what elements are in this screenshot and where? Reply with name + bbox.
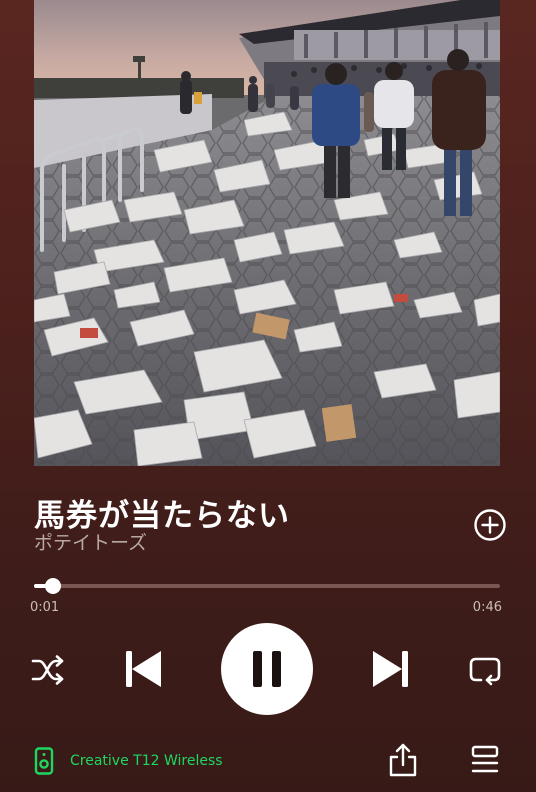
total-time: 0:46 [472, 600, 502, 615]
album-artwork [34, 0, 500, 466]
queue-icon [471, 745, 499, 773]
pause-button[interactable] [221, 623, 313, 715]
device-name: Creative T12 Wireless [70, 753, 223, 769]
queue-button[interactable] [471, 745, 499, 775]
elapsed-time: 0:01 [30, 600, 60, 615]
connected-device[interactable]: Creative T12 Wireless [34, 746, 223, 776]
previous-button[interactable] [122, 648, 164, 690]
repeat-icon [469, 657, 501, 686]
skip-back-icon [126, 651, 161, 687]
shuffle-icon [31, 655, 64, 685]
share-button[interactable] [388, 743, 418, 777]
now-playing-screen: 馬券が当たらない ポテイトーズ 0:01 0:46 Creative T12 W… [0, 0, 536, 792]
repeat-button[interactable] [468, 653, 502, 687]
add-circle-icon [474, 509, 506, 541]
progress-bar[interactable] [34, 578, 500, 594]
progress-handle[interactable] [44, 578, 61, 594]
shuffle-button[interactable] [30, 654, 66, 686]
speaker-icon [34, 747, 54, 775]
next-button[interactable] [370, 648, 412, 690]
track-artist[interactable]: ポテイトーズ [34, 528, 147, 555]
pause-icon [253, 651, 281, 687]
add-to-library-button[interactable] [473, 508, 507, 542]
skip-forward-icon [373, 651, 408, 687]
share-icon [389, 743, 417, 777]
